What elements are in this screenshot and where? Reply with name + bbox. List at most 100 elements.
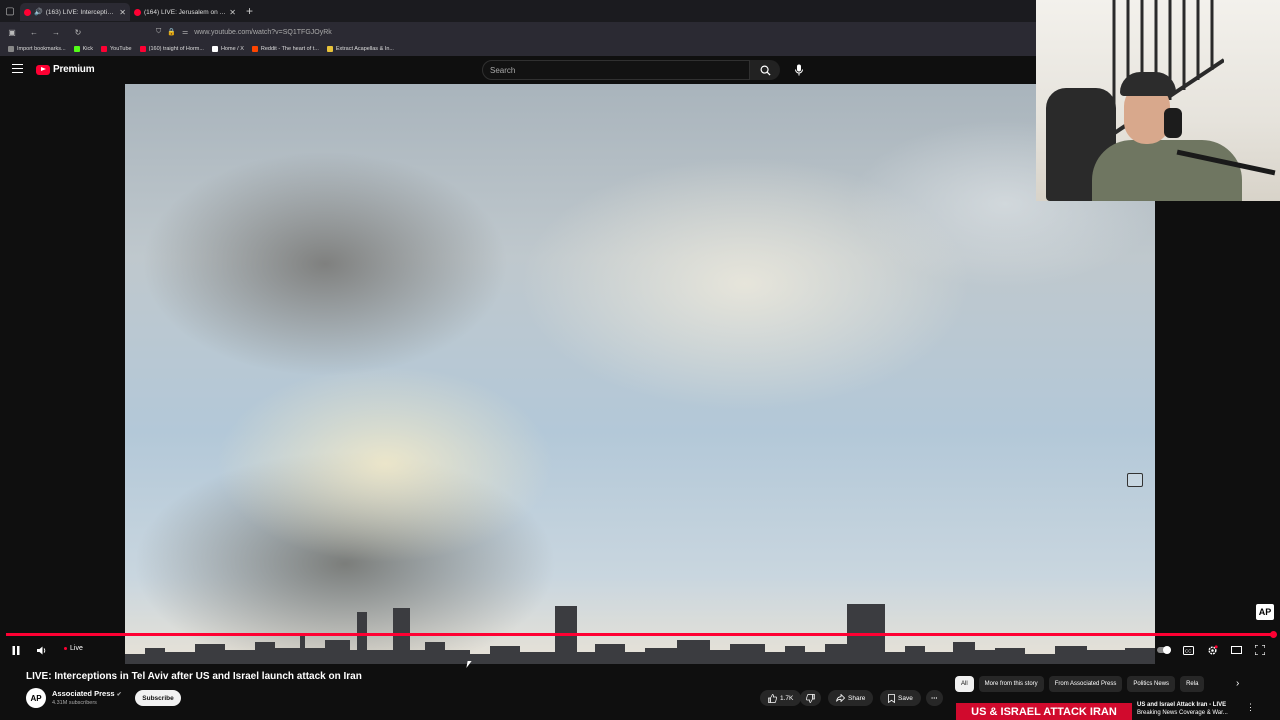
bookmark-label: (160) traight of Horm... xyxy=(148,46,204,52)
bookmark-favicon-icon xyxy=(326,46,333,52)
hamburger-menu-icon[interactable] xyxy=(12,64,23,73)
channel-name[interactable]: Associated Press ✔ xyxy=(52,689,122,698)
recommendation-subtitle: Breaking News Coverage & War... xyxy=(1137,710,1228,716)
ap-watermark-logo: AP xyxy=(1256,604,1274,620)
bookmark-item[interactable]: Home / X xyxy=(211,46,244,52)
more-actions-button[interactable]: ⋯ xyxy=(926,690,943,706)
voice-search-button[interactable] xyxy=(789,60,809,80)
bookmark-item[interactable]: Import bookmarks... xyxy=(8,46,66,52)
close-tab-icon[interactable]: ✕ xyxy=(229,8,236,17)
youtube-header: Premium Search xyxy=(0,56,1036,84)
dislike-button[interactable] xyxy=(800,690,821,706)
lock-icon[interactable]: 🔒 xyxy=(167,28,176,36)
chevron-right-icon[interactable]: › xyxy=(1236,678,1239,689)
shield-icon[interactable]: ⛉ xyxy=(156,28,161,36)
bookmark-favicon-icon xyxy=(139,46,146,52)
subscriber-count: 4.31M subscribers xyxy=(52,700,97,706)
close-tab-icon[interactable]: ✕ xyxy=(119,8,126,17)
search-icon xyxy=(760,65,771,76)
bookmark-item[interactable]: YouTube xyxy=(101,46,132,52)
autoplay-toggle-icon xyxy=(1157,646,1171,654)
autoplay-toggle[interactable] xyxy=(1156,643,1172,657)
speaker-icon[interactable]: 🔊 xyxy=(34,8,43,16)
progress-bar[interactable] xyxy=(6,631,1277,638)
bookmark-label: YouTube xyxy=(110,46,132,52)
save-label: Save xyxy=(898,694,913,702)
volume-button[interactable] xyxy=(35,643,49,657)
logo-text: Premium xyxy=(53,64,95,75)
new-tab-icon[interactable]: + xyxy=(246,4,253,18)
channel-avatar[interactable]: AP xyxy=(26,688,46,708)
bookmark-label: Reddit - The heart of t... xyxy=(260,46,319,52)
live-dot-icon xyxy=(64,647,67,650)
miniplayer-button[interactable] xyxy=(1127,473,1143,487)
share-button[interactable]: Share xyxy=(828,690,874,706)
share-icon xyxy=(836,694,845,702)
filter-chip[interactable]: Rela xyxy=(1180,676,1205,692)
headset xyxy=(1164,108,1182,138)
bookmarks-bar: Import bookmarks... Kick YouTube (160) trai… xyxy=(0,42,1036,56)
search-button[interactable] xyxy=(750,60,780,80)
youtube-logo[interactable]: Premium xyxy=(36,64,95,75)
filter-chip[interactable]: Politics News xyxy=(1127,676,1176,692)
thumbs-up-icon xyxy=(768,693,777,703)
browser-tab-active[interactable]: 🔊 (163) LIVE: Interceptions in ✕ xyxy=(20,3,130,21)
live-indicator[interactable]: Live xyxy=(64,645,83,652)
captions-button[interactable]: CC xyxy=(1181,643,1195,657)
pause-button[interactable] xyxy=(10,643,22,657)
forward-icon[interactable]: → xyxy=(50,28,62,37)
recommendation-info[interactable]: US and Israel Attack Iran - LIVE Breakin… xyxy=(1137,701,1245,717)
bookmark-item[interactable]: Reddit - The heart of t... xyxy=(251,46,319,52)
share-label: Share xyxy=(848,694,866,702)
back-icon[interactable]: ← xyxy=(28,28,40,37)
volume-icon xyxy=(36,646,45,654)
reload-icon[interactable]: ↻ xyxy=(72,28,84,37)
address-bar[interactable]: ⛉ 🔒 ⚌ www.youtube.com/watch?v=SQ1TFGJOyR… xyxy=(156,28,332,36)
theater-mode-button[interactable] xyxy=(1229,643,1243,657)
settings-button[interactable] xyxy=(1205,643,1219,657)
sidebar-toggle-icon[interactable]: ▢ xyxy=(0,0,20,22)
url-text[interactable]: www.youtube.com/watch?v=SQ1TFGJOyRk xyxy=(194,29,332,36)
streamer-webcam-overlay xyxy=(1036,0,1280,201)
bookmark-item[interactable]: (160) traight of Horm... xyxy=(139,46,204,52)
theater-mode-icon xyxy=(1230,646,1242,654)
sidebar-icon[interactable]: ▣ xyxy=(6,28,18,37)
bookmark-label: Home / X xyxy=(220,46,244,52)
youtube-play-icon xyxy=(36,64,50,75)
thumbs-down-icon xyxy=(806,693,815,703)
like-button[interactable]: 1.7K xyxy=(760,690,802,706)
more-vertical-icon[interactable]: ⋮ xyxy=(1246,702,1255,713)
fullscreen-button[interactable] xyxy=(1253,643,1267,657)
bookmark-favicon-icon xyxy=(8,46,14,52)
browser-tab[interactable]: (164) LIVE: Jerusalem on Alert a ✕ xyxy=(130,3,240,21)
bookmark-favicon-icon xyxy=(251,46,258,52)
search-input[interactable]: Search xyxy=(482,60,750,80)
permissions-icon[interactable]: ⚌ xyxy=(182,28,188,36)
filter-chip[interactable]: From Associated Press xyxy=(1048,676,1123,692)
bookmark-favicon-icon xyxy=(101,46,107,52)
browser-nav-bar: ▣ ← → ↻ ⛉ 🔒 ⚌ www.youtube.com/watch?v=SQ… xyxy=(0,22,1036,42)
video-title: LIVE: Interceptions in Tel Aviv after US… xyxy=(26,671,362,682)
youtube-favicon-icon xyxy=(24,8,31,16)
recommendation-thumbnail-banner[interactable]: US & ISRAEL ATTACK IRAN xyxy=(956,703,1132,720)
more-horizontal-icon: ⋯ xyxy=(931,695,938,702)
filter-chip[interactable]: All xyxy=(955,676,974,692)
bookmark-icon xyxy=(888,693,895,703)
tab-title: (163) LIVE: Interceptions in xyxy=(45,8,117,16)
recommendation-title[interactable]: US and Israel Attack Iran - LIVE xyxy=(1137,701,1245,709)
pause-icon xyxy=(12,645,20,655)
live-label: Live xyxy=(70,645,83,652)
youtube-favicon-icon xyxy=(134,8,141,16)
svg-text:CC: CC xyxy=(1185,648,1192,653)
bookmark-item[interactable]: Extract Acapellas & In... xyxy=(326,46,394,52)
progress-scrubber[interactable] xyxy=(1270,631,1277,638)
verified-icon: ✔ xyxy=(116,692,122,698)
subscribe-button[interactable]: Subscribe xyxy=(135,690,181,706)
save-button[interactable]: Save xyxy=(880,690,921,706)
player-controls: Live CC xyxy=(0,640,1280,660)
filter-chip[interactable]: More from this story xyxy=(978,676,1044,692)
video-player[interactable] xyxy=(125,84,1155,664)
microphone-icon xyxy=(795,64,803,76)
bookmark-item[interactable]: Kick xyxy=(73,46,93,52)
channel-name-text[interactable]: Associated Press xyxy=(52,689,115,698)
